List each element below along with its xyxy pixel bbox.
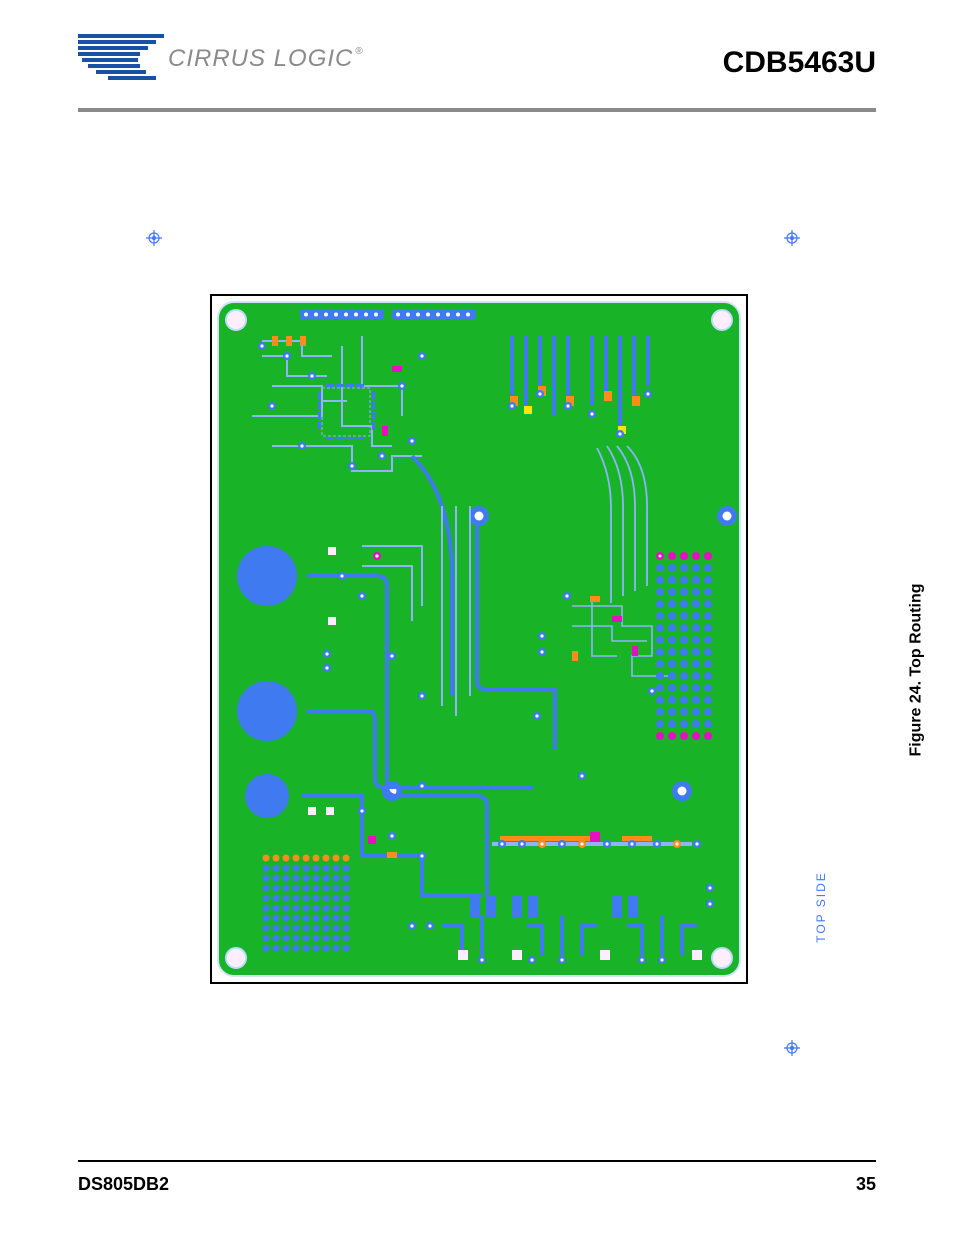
pcb-side-label: TOP SIDE: [814, 871, 828, 943]
footer-divider: [78, 1160, 876, 1162]
page-footer: DS805DB2 35: [78, 1174, 876, 1195]
brand-name: CIRRUS LOGIC: [168, 45, 353, 73]
document-title: CDB5463U: [723, 46, 876, 80]
crop-mark-icon: [784, 230, 800, 246]
crop-mark-icon: [784, 1040, 800, 1056]
header-divider: [78, 108, 876, 112]
pcb-top-routing-figure: [210, 294, 748, 984]
page-header: CIRRUS LOGIC ® CDB5463U: [78, 32, 876, 104]
page-number: 35: [856, 1174, 876, 1195]
brand-logo: CIRRUS LOGIC ®: [78, 32, 363, 86]
document-id: DS805DB2: [78, 1174, 169, 1195]
registered-mark: ®: [355, 46, 362, 57]
figure-caption: Figure 24. Top Routing: [908, 583, 926, 756]
crop-mark-icon: [146, 230, 162, 246]
cirrus-stripes-icon: [78, 32, 174, 86]
